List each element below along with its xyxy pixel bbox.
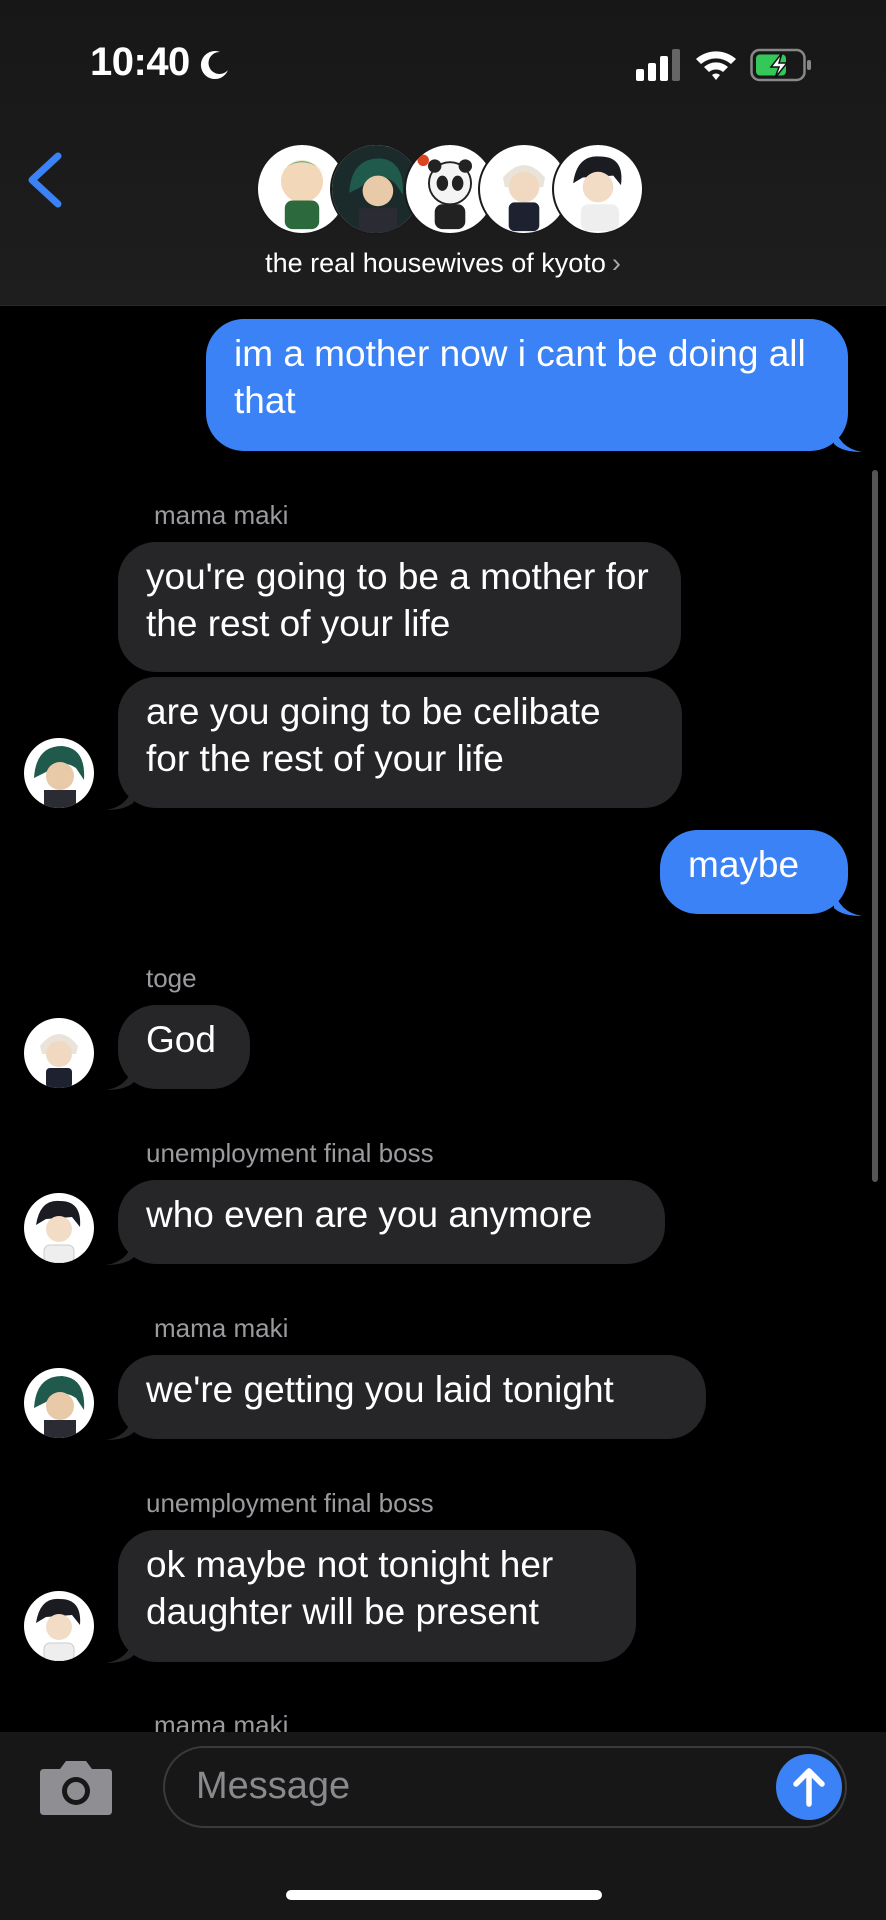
message-bubble-incoming[interactable]: ok maybe not tonight her daughter will b… xyxy=(118,1530,636,1662)
back-chevron-icon[interactable] xyxy=(22,150,68,210)
message-text: ok maybe not tonight her daughter will b… xyxy=(146,1544,554,1632)
moon-icon xyxy=(200,51,228,80)
camera-icon[interactable] xyxy=(38,1755,114,1819)
message-text: who even are you anymore xyxy=(146,1194,593,1235)
message-text: God xyxy=(146,1019,216,1060)
message-text: im a mother now i cant be doing all that xyxy=(234,333,806,421)
bubble-tail xyxy=(106,1412,134,1440)
sender-name: mama maki xyxy=(154,1313,289,1343)
bubble-tail xyxy=(106,1635,134,1663)
message-input-placeholder: Message xyxy=(196,1765,351,1807)
sender-name: mama maki xyxy=(154,500,289,530)
message-bubble-incoming[interactable]: are you going to be celibate for the res… xyxy=(118,677,682,808)
bubble-tail xyxy=(834,424,862,452)
message-bubble-outgoing[interactable]: maybe xyxy=(660,830,848,914)
avatar-maki[interactable] xyxy=(24,1368,94,1438)
sender-name: toge xyxy=(146,963,197,993)
message-text: maybe xyxy=(688,844,800,885)
message-text: we're getting you laid tonight xyxy=(146,1369,614,1410)
avatar-fushiguro[interactable] xyxy=(24,1193,94,1263)
chevron-right-icon: › xyxy=(611,248,621,278)
group-avatars[interactable] xyxy=(256,143,644,237)
message-text: are you going to be celibate for the res… xyxy=(146,691,601,779)
conversation-header: 10:40 the real housewives of kyoto › xyxy=(0,0,886,306)
send-button[interactable] xyxy=(776,1754,842,1820)
message-bubble-incoming[interactable]: who even are you anymore xyxy=(118,1180,665,1264)
scrollbar[interactable] xyxy=(872,470,878,1182)
avatar-fushiguro[interactable] xyxy=(24,1591,94,1661)
home-indicator[interactable] xyxy=(286,1890,602,1900)
bubble-tail xyxy=(106,782,134,810)
message-text: you're going to be a mother for the rest… xyxy=(146,556,649,644)
avatar-maki[interactable] xyxy=(24,738,94,808)
group-name[interactable]: the real housewives of kyoto › xyxy=(0,248,886,279)
sender-name: unemployment final boss xyxy=(146,1488,434,1518)
message-bubble-outgoing[interactable]: im a mother now i cant be doing all that xyxy=(206,319,848,451)
bubble-tail xyxy=(106,1062,134,1090)
bubble-tail xyxy=(834,888,862,916)
sender-name: unemployment final boss xyxy=(146,1138,434,1168)
battery-charging-icon xyxy=(750,48,811,82)
wifi-icon xyxy=(696,51,736,80)
message-bubble-incoming[interactable]: you're going to be a mother for the rest… xyxy=(118,542,681,672)
group-name-label: the real housewives of kyoto xyxy=(265,248,606,278)
arrow-up-icon xyxy=(793,1768,825,1807)
status-time: 10:40 xyxy=(90,40,190,84)
bubble-tail xyxy=(106,1237,134,1265)
cellular-signal-icon xyxy=(636,49,680,81)
message-bubble-incoming[interactable]: God xyxy=(118,1005,250,1089)
avatar-toge[interactable] xyxy=(24,1018,94,1088)
message-bubble-incoming[interactable]: we're getting you laid tonight xyxy=(118,1355,706,1439)
avatar-fushiguro xyxy=(552,143,644,235)
